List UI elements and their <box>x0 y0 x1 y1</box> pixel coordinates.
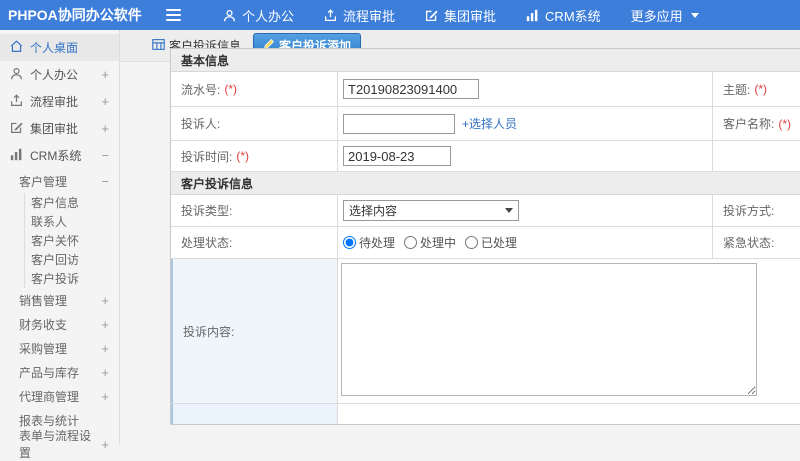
nav-label: 集团审批 <box>444 8 497 24</box>
radio-processing[interactable]: 处理中 <box>404 234 456 251</box>
sidebar-item-finance[interactable]: 财务收支 + <box>0 312 119 336</box>
required-mark: (*) <box>754 82 768 96</box>
radio-processed[interactable]: 已处理 <box>465 234 517 251</box>
complaint-time-label: 投诉时间: <box>181 149 233 164</box>
select-person-link[interactable]: +选择人员 <box>462 115 517 132</box>
bar-chart-icon <box>10 148 23 164</box>
sidebar-item-label: 个人桌面 <box>30 41 79 55</box>
main-content: 客户投诉信息 客户投诉添加 基本信息 流水号: (*) 主题: (*) <box>120 30 800 444</box>
sidebar-item-label: 集团审批 <box>30 122 79 136</box>
complainant-input[interactable] <box>343 113 455 134</box>
nav-crm-system[interactable]: CRM系统 <box>526 6 601 25</box>
serial-label: 流水号: <box>181 82 221 97</box>
nav-more-apps[interactable]: 更多应用 <box>631 6 699 25</box>
section-header-basic-info: 基本信息 <box>171 49 800 72</box>
form-row-complainant: 投诉人: +选择人员 客户名称: (*) <box>171 107 800 141</box>
customer-name-label: 客户名称: <box>723 117 775 131</box>
table-grid-icon <box>152 38 165 54</box>
share-arrow-icon <box>10 93 23 110</box>
sidebar-item-customer-care[interactable]: 客户关怀 <box>25 231 119 250</box>
nav-label: 流程审批 <box>343 8 396 24</box>
radio-pending-input[interactable] <box>343 236 356 249</box>
complaint-method-label: 投诉方式: <box>723 204 775 218</box>
nav-label: 个人办公 <box>242 8 295 24</box>
sidebar-item-customer-management[interactable]: 客户管理 − <box>0 169 119 193</box>
complaint-content-textarea[interactable] <box>341 263 757 396</box>
app-logo: PHPOA协同办公软件 <box>8 7 142 23</box>
complaint-type-select[interactable]: 选择内容 <box>343 200 519 221</box>
home-icon <box>10 39 23 56</box>
required-mark: (*) <box>224 82 238 96</box>
section-header-complaint-info: 客户投诉信息 <box>171 172 800 195</box>
sidebar-item-crm-system[interactable]: CRM系统 − <box>0 142 119 169</box>
form-row-complaint-content: 投诉内容: <box>171 259 800 404</box>
sidebar-item-form-flow-settings[interactable]: 表单与流程设置 + <box>0 429 119 460</box>
sidebar-item-purchasing[interactable]: 采购管理 + <box>0 336 119 360</box>
chevron-down-icon <box>505 208 513 213</box>
customer-management-submenu: 客户信息 联系人 客户关怀 客户回访 客户投诉 <box>24 193 119 288</box>
selected-option: 选择内容 <box>349 204 398 218</box>
sidebar-item-products-inventory[interactable]: 产品与库存 + <box>0 360 119 384</box>
required-mark: (*) <box>236 149 250 163</box>
sidebar-item-label: 流程审批 <box>30 95 79 109</box>
sidebar-item-label: 个人办公 <box>30 68 79 82</box>
edit-icon <box>10 121 23 137</box>
share-arrow-icon <box>324 8 337 22</box>
sidebar-item-sales-management[interactable]: 销售管理 + <box>0 288 119 312</box>
nav-group-approval[interactable]: 集团审批 <box>425 6 496 25</box>
edit-icon <box>425 9 438 22</box>
bar-chart-icon <box>526 9 539 22</box>
sidebar-item-label: 客户管理 <box>19 174 68 189</box>
sidebar-item-group-approval[interactable]: 集团审批 + <box>0 115 119 142</box>
form-row-handle-status: 处理状态: 待处理 处理中 已处理 紧急状态: <box>171 227 800 259</box>
nav-personal-office[interactable]: 个人办公 <box>223 6 294 25</box>
urgency-label: 紧急状态: <box>723 236 775 250</box>
user-icon <box>223 9 236 22</box>
radio-pending[interactable]: 待处理 <box>343 234 395 251</box>
form-row-next-partial <box>171 404 800 424</box>
subject-label: 主题: <box>723 82 751 97</box>
required-mark: (*) <box>778 116 792 131</box>
sidebar-item-agent-management[interactable]: 代理商管理 + <box>0 384 119 408</box>
chevron-down-icon <box>690 12 699 18</box>
complaint-type-label: 投诉类型: <box>181 204 233 218</box>
sidebar-item-personal-office[interactable]: 个人办公 + <box>0 61 119 88</box>
radio-processing-input[interactable] <box>404 236 418 249</box>
top-nav: 个人办公 流程审批 集团审批 CRM系统 更多应用 <box>223 6 699 25</box>
complainant-label: 投诉人: <box>181 117 221 131</box>
nav-workflow-approval[interactable]: 流程审批 <box>324 6 395 25</box>
handle-status-radio-group: 待处理 处理中 已处理 <box>343 234 517 251</box>
sidebar-item-workflow-approval[interactable]: 流程审批 + <box>0 88 119 115</box>
form-row-serial: 流水号: (*) 主题: (*) <box>171 72 800 107</box>
complaint-content-label: 投诉内容: <box>183 324 235 339</box>
sidebar-item-personal-desktop[interactable]: 个人桌面 <box>0 34 119 61</box>
form-row-complaint-type: 投诉类型: 选择内容 投诉方式: <box>171 195 800 227</box>
nav-label: 更多应用 <box>630 8 683 24</box>
top-header: PHPOA协同办公软件 个人办公 流程审批 集团审批 CRM系统 更多应用 <box>0 0 800 30</box>
serial-input[interactable] <box>343 79 479 99</box>
complaint-add-form: 基本信息 流水号: (*) 主题: (*) 投诉人: +选择人员 <box>170 48 800 425</box>
sidebar-item-customer-info[interactable]: 客户信息 <box>25 193 119 212</box>
user-icon <box>10 67 23 83</box>
sidebar-item-label: CRM系统 <box>30 149 82 163</box>
sidebar-item-customer-revisit[interactable]: 客户回访 <box>25 250 119 269</box>
form-row-complaint-time: 投诉时间: (*) <box>171 141 800 172</box>
handle-status-label: 处理状态: <box>181 236 233 250</box>
nav-label: CRM系统 <box>545 8 601 24</box>
sidebar: 个人桌面 个人办公 + 流程审批 + 集团审批 + CRM系统 − 客户管理 −… <box>0 30 120 460</box>
hamburger-icon[interactable] <box>162 5 185 25</box>
complaint-time-input[interactable] <box>343 146 451 166</box>
radio-processed-input[interactable] <box>465 236 479 249</box>
sidebar-item-contacts[interactable]: 联系人 <box>25 212 119 231</box>
sidebar-item-customer-complaint[interactable]: 客户投诉 <box>25 269 119 288</box>
